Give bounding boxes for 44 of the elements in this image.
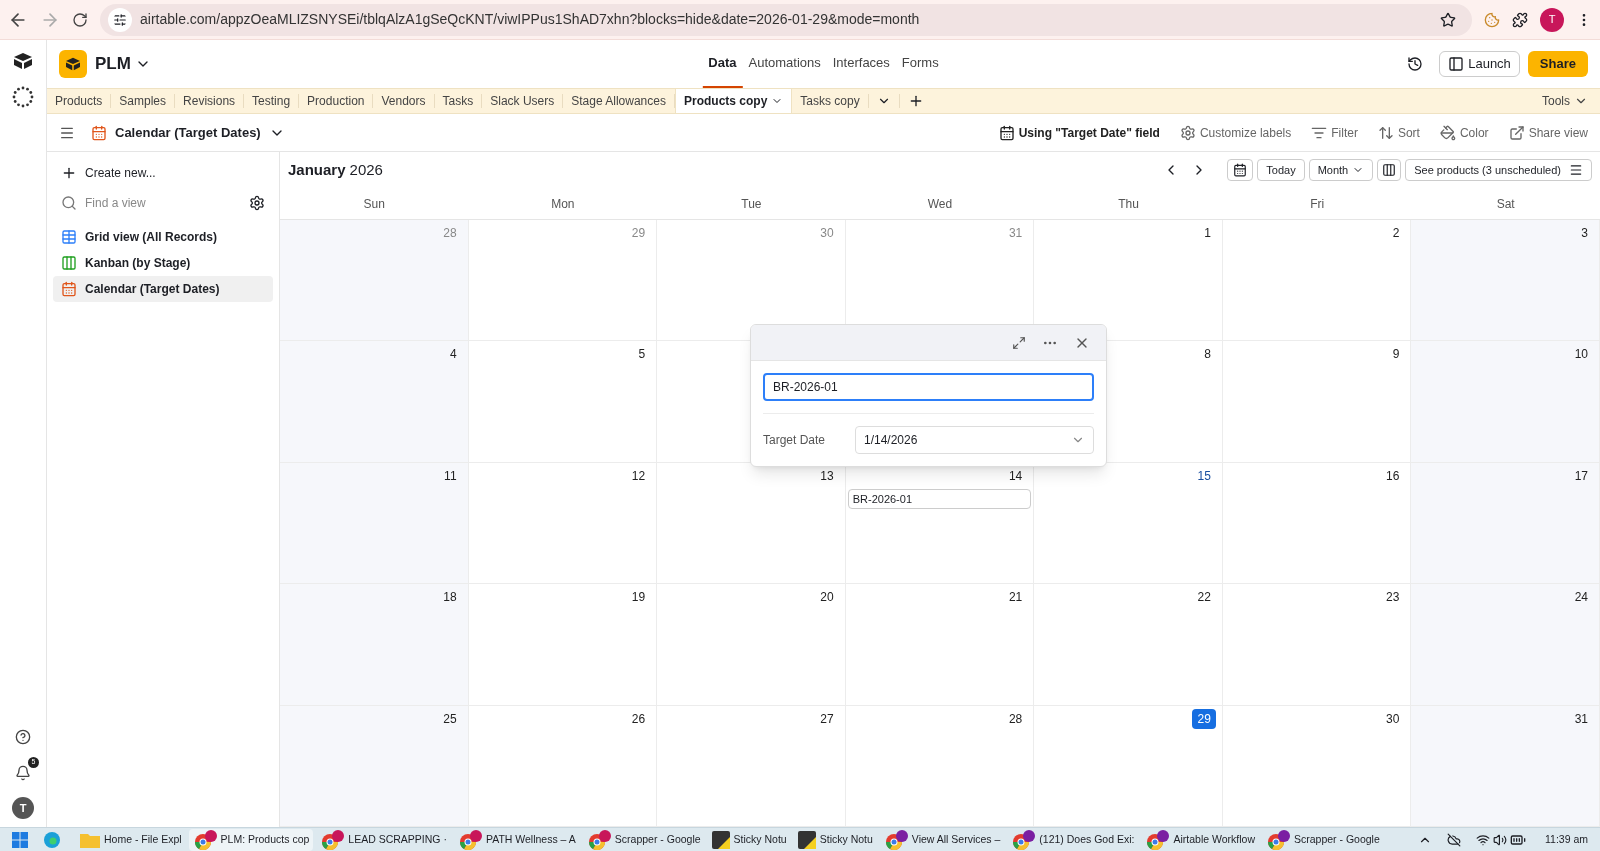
year-title: 2026 bbox=[349, 159, 383, 180]
day-number: 31 bbox=[1573, 710, 1589, 728]
day-number: 11 bbox=[443, 467, 458, 485]
weekday-label: Fri bbox=[1309, 195, 1326, 213]
day-number: 30 bbox=[1385, 710, 1401, 728]
month-title: January bbox=[288, 159, 346, 180]
day-number: 21 bbox=[1007, 589, 1024, 607]
day-number: 1 bbox=[1203, 225, 1212, 242]
weekday-label: Wed bbox=[926, 195, 954, 213]
day-number: 13 bbox=[819, 467, 835, 485]
day-number: 25 bbox=[442, 710, 458, 728]
day-number: 26 bbox=[630, 710, 647, 728]
day-number: 17 bbox=[1573, 467, 1589, 485]
url-text: airtable.com/appzOeaMLIZSNYSEi/tblqAlzA1gSeQcKNT/viwIPPus1ShAD7xhn?blocks=hide&date=2026-01-29&mode=month bbox=[140, 10, 921, 29]
weekday-label: Thu bbox=[1117, 195, 1140, 213]
day-number: 28 bbox=[1007, 710, 1024, 728]
day-number: 10 bbox=[1573, 346, 1589, 364]
day-number: 3 bbox=[1580, 225, 1589, 242]
day-number: 22 bbox=[1196, 589, 1212, 607]
day-number: 24 bbox=[1573, 589, 1589, 607]
weekday-label: Sun bbox=[362, 195, 386, 213]
day-number: 29 bbox=[630, 225, 647, 242]
day-number: 19 bbox=[630, 589, 647, 607]
day-number: 30 bbox=[819, 225, 835, 242]
day-number: 12 bbox=[630, 467, 647, 485]
day-number: 20 bbox=[819, 589, 835, 607]
field-label: Target Date bbox=[763, 432, 827, 449]
day-number: 29 bbox=[1192, 708, 1216, 729]
day-number: 5 bbox=[637, 346, 647, 364]
day-number: 2 bbox=[1391, 225, 1401, 242]
weekday-label: Tue bbox=[740, 195, 763, 213]
day-number: 23 bbox=[1385, 589, 1401, 607]
day-number: 28 bbox=[442, 225, 458, 242]
day-number: 9 bbox=[1391, 346, 1401, 364]
day-number: 15 bbox=[1196, 467, 1212, 485]
day-number: 14 bbox=[1007, 467, 1024, 485]
day-number: 4 bbox=[448, 346, 458, 364]
weekday-label: Mon bbox=[550, 195, 576, 213]
day-number: 18 bbox=[442, 589, 458, 607]
weekday-label: Sat bbox=[1495, 195, 1516, 213]
day-number: 16 bbox=[1385, 467, 1401, 485]
day-number: 27 bbox=[819, 710, 835, 728]
day-number: 8 bbox=[1203, 346, 1212, 364]
day-number: 31 bbox=[1007, 225, 1024, 242]
